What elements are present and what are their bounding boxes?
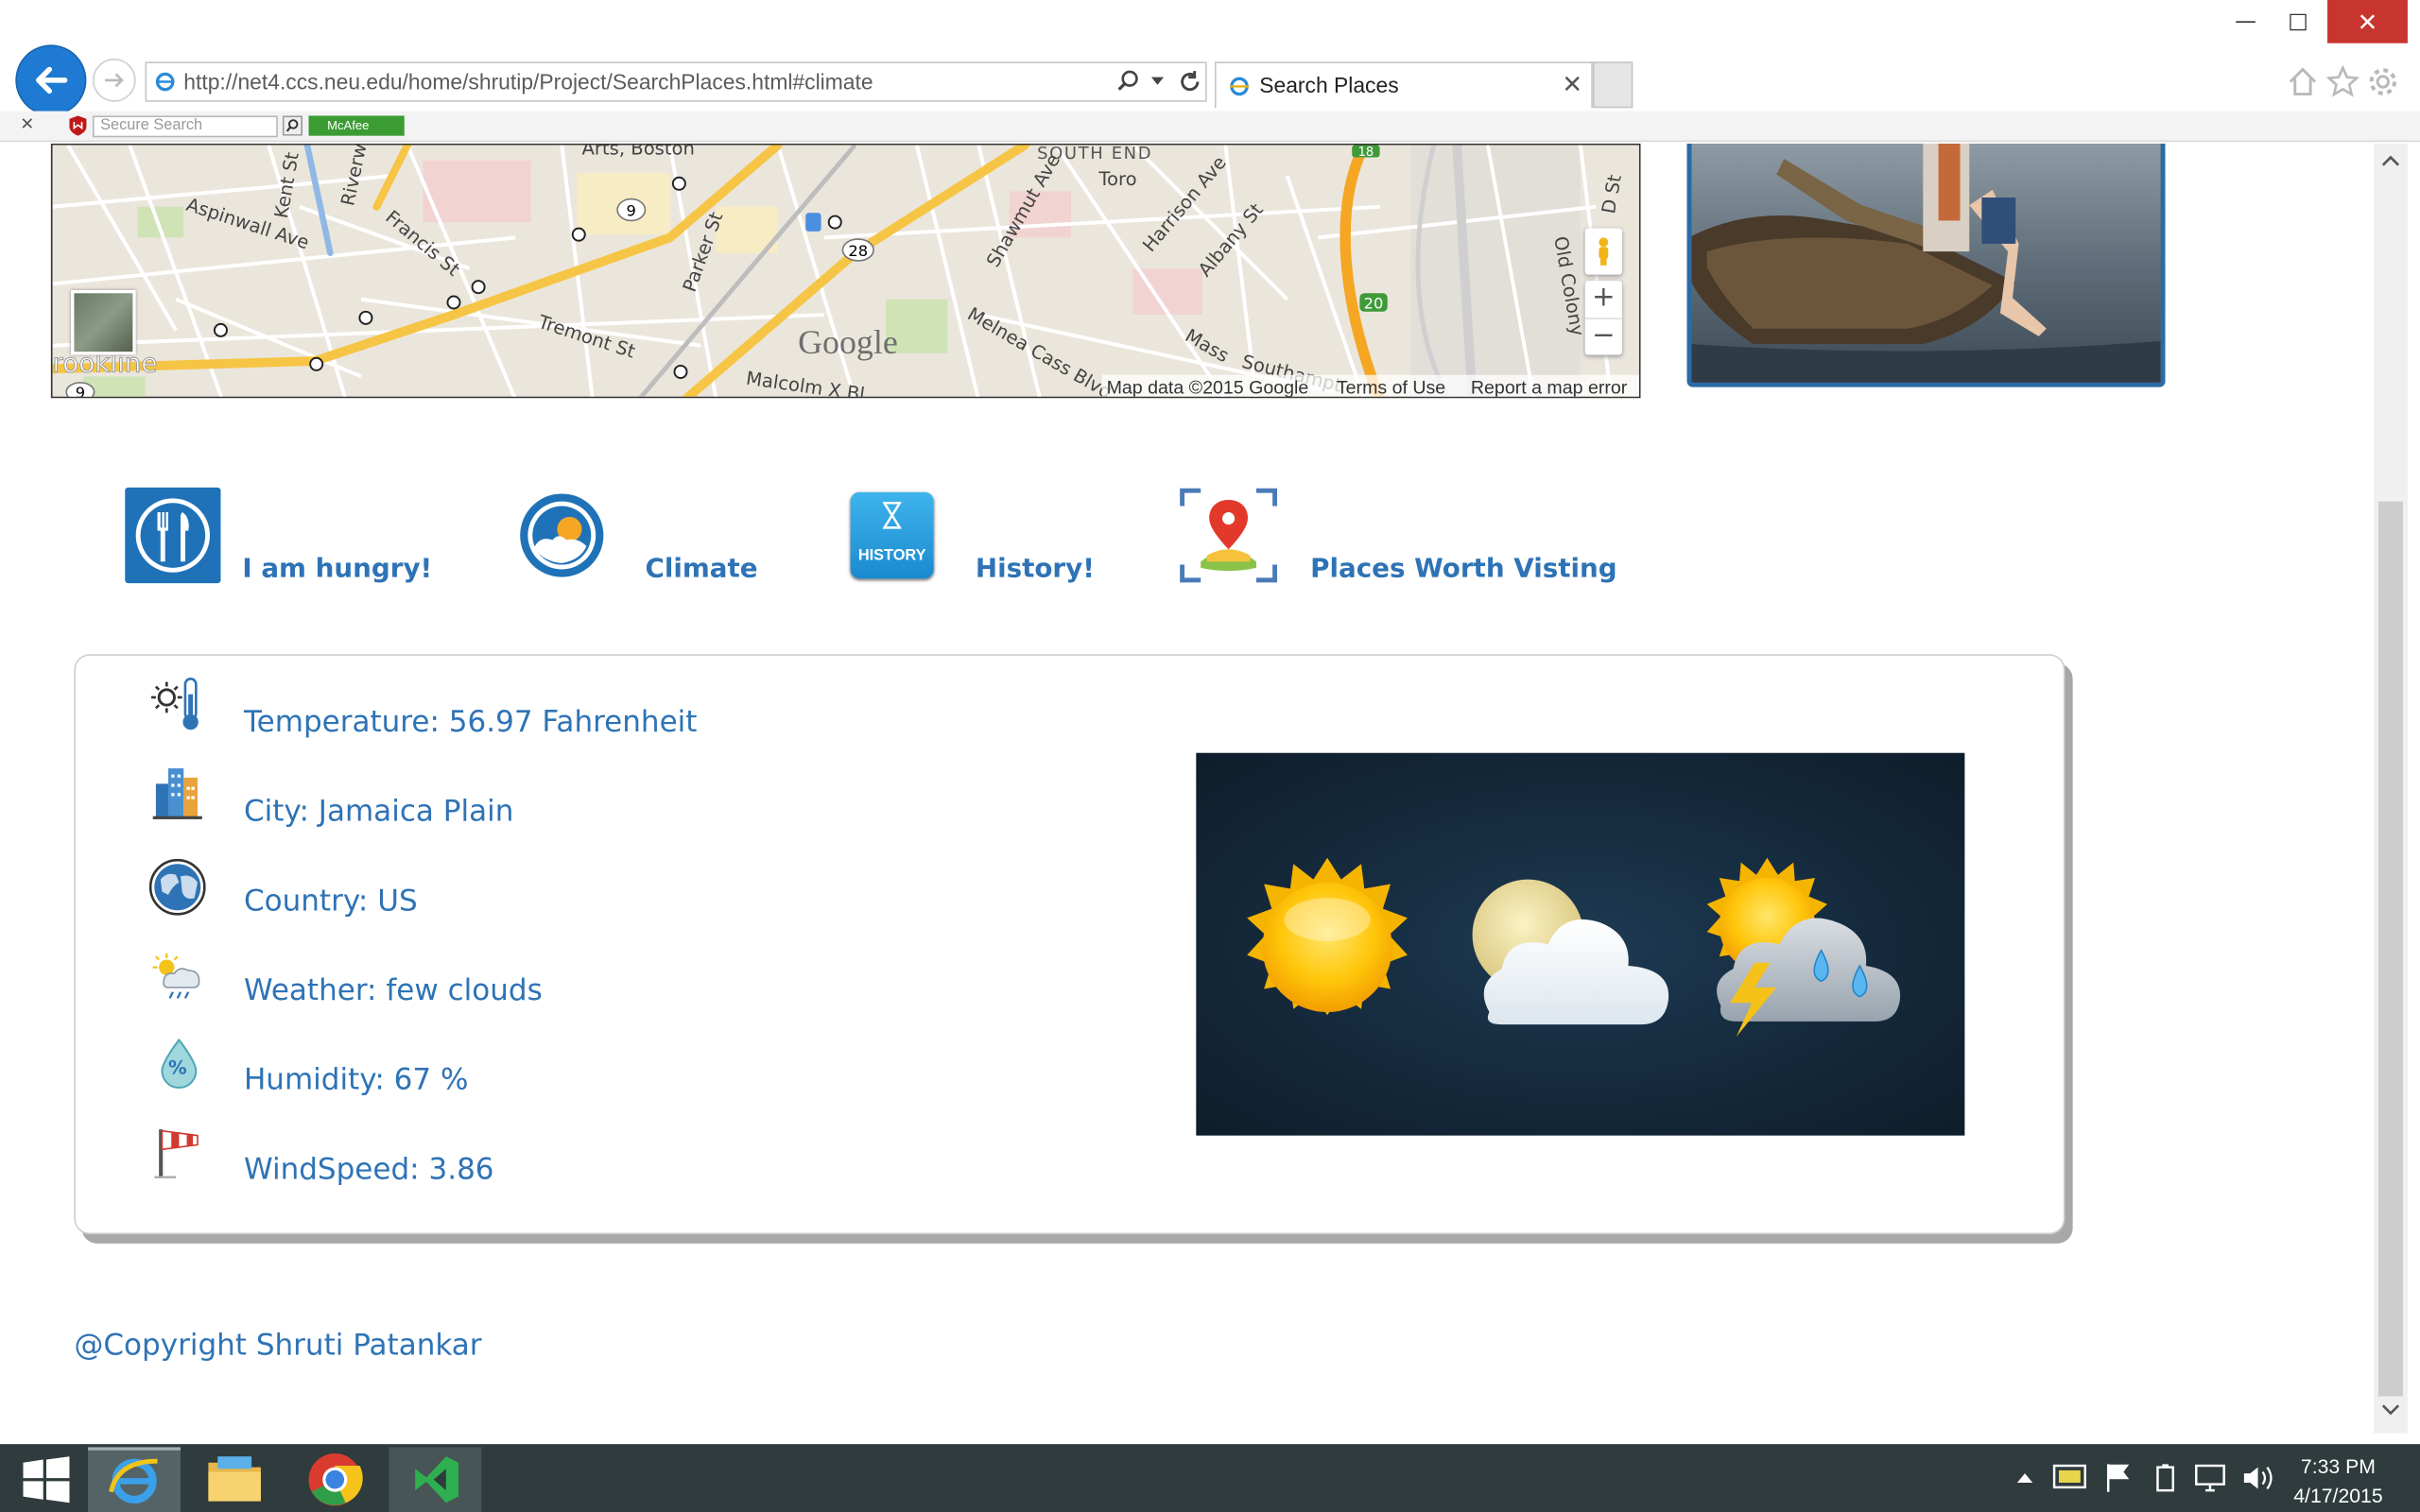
new-tab-button[interactable] [1592,61,1634,109]
nav-places-link[interactable]: Places Worth Visting [1310,554,1617,585]
weather-text: Weather: few clouds [243,973,543,1008]
back-button[interactable] [16,45,85,114]
humidity-text: Humidity: 67 % [243,1062,469,1097]
map-label: Arts, Boston [582,145,695,159]
weather-cloud-sun-icon [151,952,204,1001]
boat-photo [1691,143,2161,383]
route-20-label: 20 [1364,295,1384,313]
humidity-icon-text: % [167,1057,187,1079]
zoom-out-button[interactable]: − [1584,318,1622,354]
windsock-icon [154,1126,203,1179]
favorites-star-icon[interactable] [2325,64,2360,99]
humidity-drop-icon: % [158,1037,201,1090]
visual-studio-icon [415,1456,458,1503]
map-label: Toro [1098,168,1136,190]
title-bar [0,0,2420,50]
windspeed-text: WindSpeed: 3.86 [243,1152,494,1187]
chrome-icon [308,1452,363,1506]
copyright-text: @Copyright Shruti Patankar [74,1328,482,1363]
file-explorer-icon [208,1456,261,1502]
history-icon-text: HISTORY [857,547,926,565]
nav-climate-link[interactable]: Climate [645,554,757,585]
address-text[interactable]: http://net4.ccs.neu.edu/home/shrutip/Pro… [183,69,873,94]
city-buildings-icon [152,765,202,821]
route-9b-label: 9 [76,384,85,398]
search-icon[interactable] [1115,69,1140,94]
google-map[interactable]: 9 28 20 18 9 Arts, Boston SOUTH END Toro… [50,143,1641,399]
address-bar[interactable]: http://net4.ccs.neu.edu/home/shrutip/Pro… [145,61,1207,102]
google-logo: Google [798,323,898,361]
mcafee-badge[interactable]: McAfee [308,115,405,136]
ie-tab-icon [1230,77,1249,96]
nav-history-link[interactable]: History! [976,554,1095,585]
tab-search-places[interactable]: Search Places ✕ [1214,61,1593,109]
ie-page-icon [155,72,175,92]
back-arrow-icon [36,66,68,94]
windows-logo-icon [23,1456,70,1503]
secure-search-button-icon[interactable] [282,115,302,136]
refresh-icon[interactable] [1178,69,1202,94]
map-terms-link: Terms of Use [1337,377,1445,398]
tray-power-icon[interactable] [2150,1463,2181,1494]
tray-expand-icon[interactable] [2015,1470,2034,1486]
tray-flag-icon[interactable] [2105,1463,2133,1494]
nav-hungry-link[interactable]: I am hungry! [242,554,432,585]
forward-arrow-icon [105,73,124,88]
map-canvas: 9 28 20 18 9 Arts, Boston SOUTH END Toro… [52,145,1639,398]
tab-close-icon[interactable]: ✕ [1562,69,1582,98]
map-report-link: Report a map error [1471,377,1628,398]
dropdown-arrow-icon[interactable] [1150,76,1165,88]
tab-title: Search Places [1259,72,1399,97]
scroll-up-icon[interactable] [2380,151,2402,170]
taskbar-chrome[interactable] [288,1447,381,1512]
temperature-text: Temperature: 56.97 Fahrenheit [243,705,698,740]
map-pin-icon[interactable] [1179,488,1278,583]
fork-knife-icon[interactable] [125,487,221,584]
close-window-button[interactable]: ✕ [2327,0,2408,43]
taskbar-ie[interactable] [88,1447,182,1512]
zoom-in-button[interactable]: + [1585,281,1622,318]
place-photo [1686,143,2166,387]
route-9-label: 9 [627,202,636,220]
clock-time: 7:33 PM [2300,1454,2376,1479]
tray-monitor-icon[interactable] [2052,1463,2086,1494]
clock-date: 4/17/2015 [2293,1484,2383,1508]
scrollbar-thumb[interactable] [2377,501,2404,1397]
history-icon[interactable]: HISTORY [850,491,934,579]
toolbar-close-icon[interactable]: ✕ [20,114,34,134]
forward-button[interactable] [92,59,136,102]
maximize-button[interactable]: □ [2262,0,2333,43]
city-text: City: Jamaica Plain [243,794,514,829]
secure-search-input[interactable]: Secure Search [92,115,278,138]
map-attribution: Map data ©2015 Google [1107,377,1309,398]
taskbar-explorer[interactable] [188,1447,281,1512]
street-view-pegman-icon[interactable] [1584,228,1622,275]
climate-icon[interactable] [519,492,605,578]
country-text: Country: US [243,884,418,919]
start-button[interactable] [0,1447,93,1512]
weather-icons-image [1247,857,1901,1038]
tray-network-icon[interactable] [2193,1463,2230,1494]
mcafee-shield-icon [69,115,87,136]
thermometer-icon [150,676,204,731]
route-28-label: 28 [848,242,868,260]
satellite-toggle[interactable] [71,289,136,355]
page-content: 9 28 20 18 9 Arts, Boston SOUTH END Toro… [0,143,2375,1434]
globe-icon [148,858,207,917]
route-18-label: 18 [1358,146,1374,160]
zoom-control: + − [1584,281,1622,355]
taskbar-clock[interactable]: 7:33 PM 4/17/2015 [2269,1452,2408,1510]
internet-explorer-icon [109,1458,158,1504]
taskbar-visual-studio[interactable] [389,1447,482,1512]
settings-gear-icon[interactable] [2366,65,2400,99]
weather-illustration [1196,752,1965,1136]
home-icon[interactable] [2286,65,2320,99]
scroll-down-icon[interactable] [2380,1400,2402,1419]
